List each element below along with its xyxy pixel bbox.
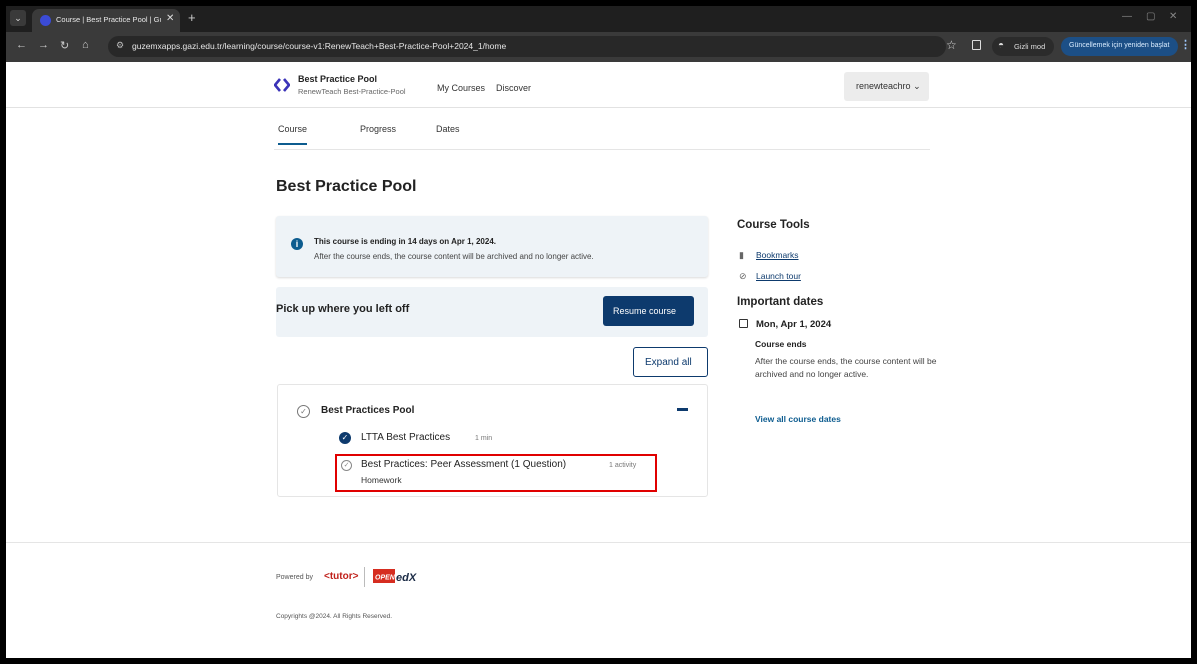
launch-tour-link[interactable]: Launch tour [756,271,801,281]
info-icon: i [291,238,303,250]
completed-check-icon: ✓ [339,432,351,444]
expand-all-label: Expand all [645,357,692,368]
minimize-icon[interactable]: — [1122,11,1132,22]
course-section: ✓ Best Practices Pool ✓ LTTA Best Practi… [277,384,708,497]
home-icon[interactable]: ⌂ [82,39,89,51]
calendar-icon [739,319,748,328]
close-tab-icon[interactable]: ✕ [166,13,174,24]
incognito-label: Gizli mod [1014,42,1046,51]
screen: ⌄ Course | Best Practice Pool | Gu ✕ + —… [6,6,1191,658]
bookmark-icon: ▮ [739,250,744,260]
subsection-activity-count: 1 activity [609,462,637,469]
tab-title: Course | Best Practice Pool | Gu [56,15,161,24]
event-title: Course ends [755,339,807,349]
resume-text: Pick up where you left off [276,303,410,315]
forward-icon[interactable]: → [38,39,49,51]
close-window-icon[interactable]: ✕ [1169,11,1177,22]
nav-discover[interactable]: Discover [496,83,531,93]
tour-icon: ⊘ [739,271,747,281]
user-menu-button[interactable]: renewteachro ⌄ [844,72,929,101]
alert-heading: This course is ending in 14 days on Apr … [314,237,496,246]
course-header-title: Best Practice Pool [298,74,378,84]
subsection-link-peer-assessment[interactable]: Best Practices: Peer Assessment (1 Quest… [361,459,566,470]
course-tabs: Course Progress Dates [274,108,930,150]
tab-favicon-icon [40,15,51,26]
browser-toolbar: ← → ↻ ⌂ ⚙ guzemxapps.gazi.edu.tr/learnin… [6,32,1191,62]
username: renewteachro ⌄ [856,81,921,91]
alert-body: After the course ends, the course conten… [314,252,594,261]
section-incomplete-check-icon: ✓ [297,405,310,418]
event-description: After the course ends, the course conten… [755,356,937,379]
menu-dots-icon[interactable]: ⋮ [1180,38,1191,51]
new-tab-icon[interactable]: + [188,10,196,25]
resume-course-label: Resume course [613,306,677,316]
footer-divider [364,567,365,587]
update-label: Güncellemek için yeniden başlat [1069,42,1170,49]
resume-panel: Pick up where you left off Resume course [276,287,708,337]
nav-my-courses[interactable]: My Courses [437,83,485,93]
subsection-duration: 1 min [475,435,493,442]
browser-tab[interactable]: Course | Best Practice Pool | Gu ✕ [32,9,180,32]
chevron-down-icon: ⌄ [913,81,921,91]
bookmark-star-icon[interactable]: ☆ [946,38,957,52]
section-title[interactable]: Best Practices Pool [321,405,414,416]
update-button[interactable]: Güncellemek için yeniden başlat [1061,37,1178,56]
important-dates-heading: Important dates [737,296,824,308]
incognito-badge[interactable]: ◓ Gizli mod [992,37,1054,56]
incognito-icon: ◓ [998,40,1005,51]
page-title: Best Practice Pool [276,178,417,195]
incomplete-check-icon: ✓ [341,460,352,471]
openedx-logo[interactable]: OPEN edX [373,567,423,585]
subsection-link-ltta[interactable]: LTTA Best Practices [361,432,450,443]
resume-course-button[interactable]: Resume course [603,296,694,326]
address-text: guzemxapps.gazi.edu.tr/learning/course/c… [132,41,507,51]
side-panel-icon[interactable] [972,40,981,50]
browser-tab-bar: ⌄ Course | Best Practice Pool | Gu ✕ + —… [6,6,1191,32]
svg-text:OPEN: OPEN [375,575,396,582]
tab-progress[interactable]: Progress [360,124,396,134]
copyright-text: Copyrights @2024. All Rights Reserved. [276,613,393,620]
svg-text:edX: edX [396,572,417,584]
date-value: Mon, Apr 1, 2024 [756,319,832,330]
tab-course[interactable]: Course [278,124,308,145]
tutor-logo[interactable]: <tutor> [324,571,358,582]
back-icon[interactable]: ← [16,39,27,51]
course-header-subtitle: RenewTeach Best-Practice-Pool [298,87,406,96]
site-info-icon[interactable]: ⚙ [116,40,124,51]
site-logo-icon[interactable] [274,78,290,92]
course-tools-heading: Course Tools [737,219,810,231]
bookmarks-link[interactable]: Bookmarks [756,250,799,260]
collapse-minus-icon[interactable] [677,408,688,411]
tab-dates[interactable]: Dates [436,124,460,134]
highlighted-subsection: ✓ Best Practices: Peer Assessment (1 Que… [335,454,657,492]
reload-icon[interactable]: ↻ [60,39,69,52]
powered-by-text: Powered by [276,574,313,581]
site-footer: Powered by <tutor> OPEN edX Copyrights @… [6,542,1191,658]
restore-icon[interactable]: ▢ [1146,11,1155,22]
course-end-alert: i This course is ending in 14 days on Ap… [276,216,708,277]
subsection-type: Homework [361,475,402,485]
site-header: Best Practice Pool RenewTeach Best-Pract… [6,62,1191,108]
address-bar[interactable]: ⚙ guzemxapps.gazi.edu.tr/learning/course… [108,36,946,57]
tab-search-icon[interactable]: ⌄ [10,10,26,26]
view-all-dates-link[interactable]: View all course dates [755,414,841,424]
expand-all-button[interactable]: Expand all [633,347,708,377]
